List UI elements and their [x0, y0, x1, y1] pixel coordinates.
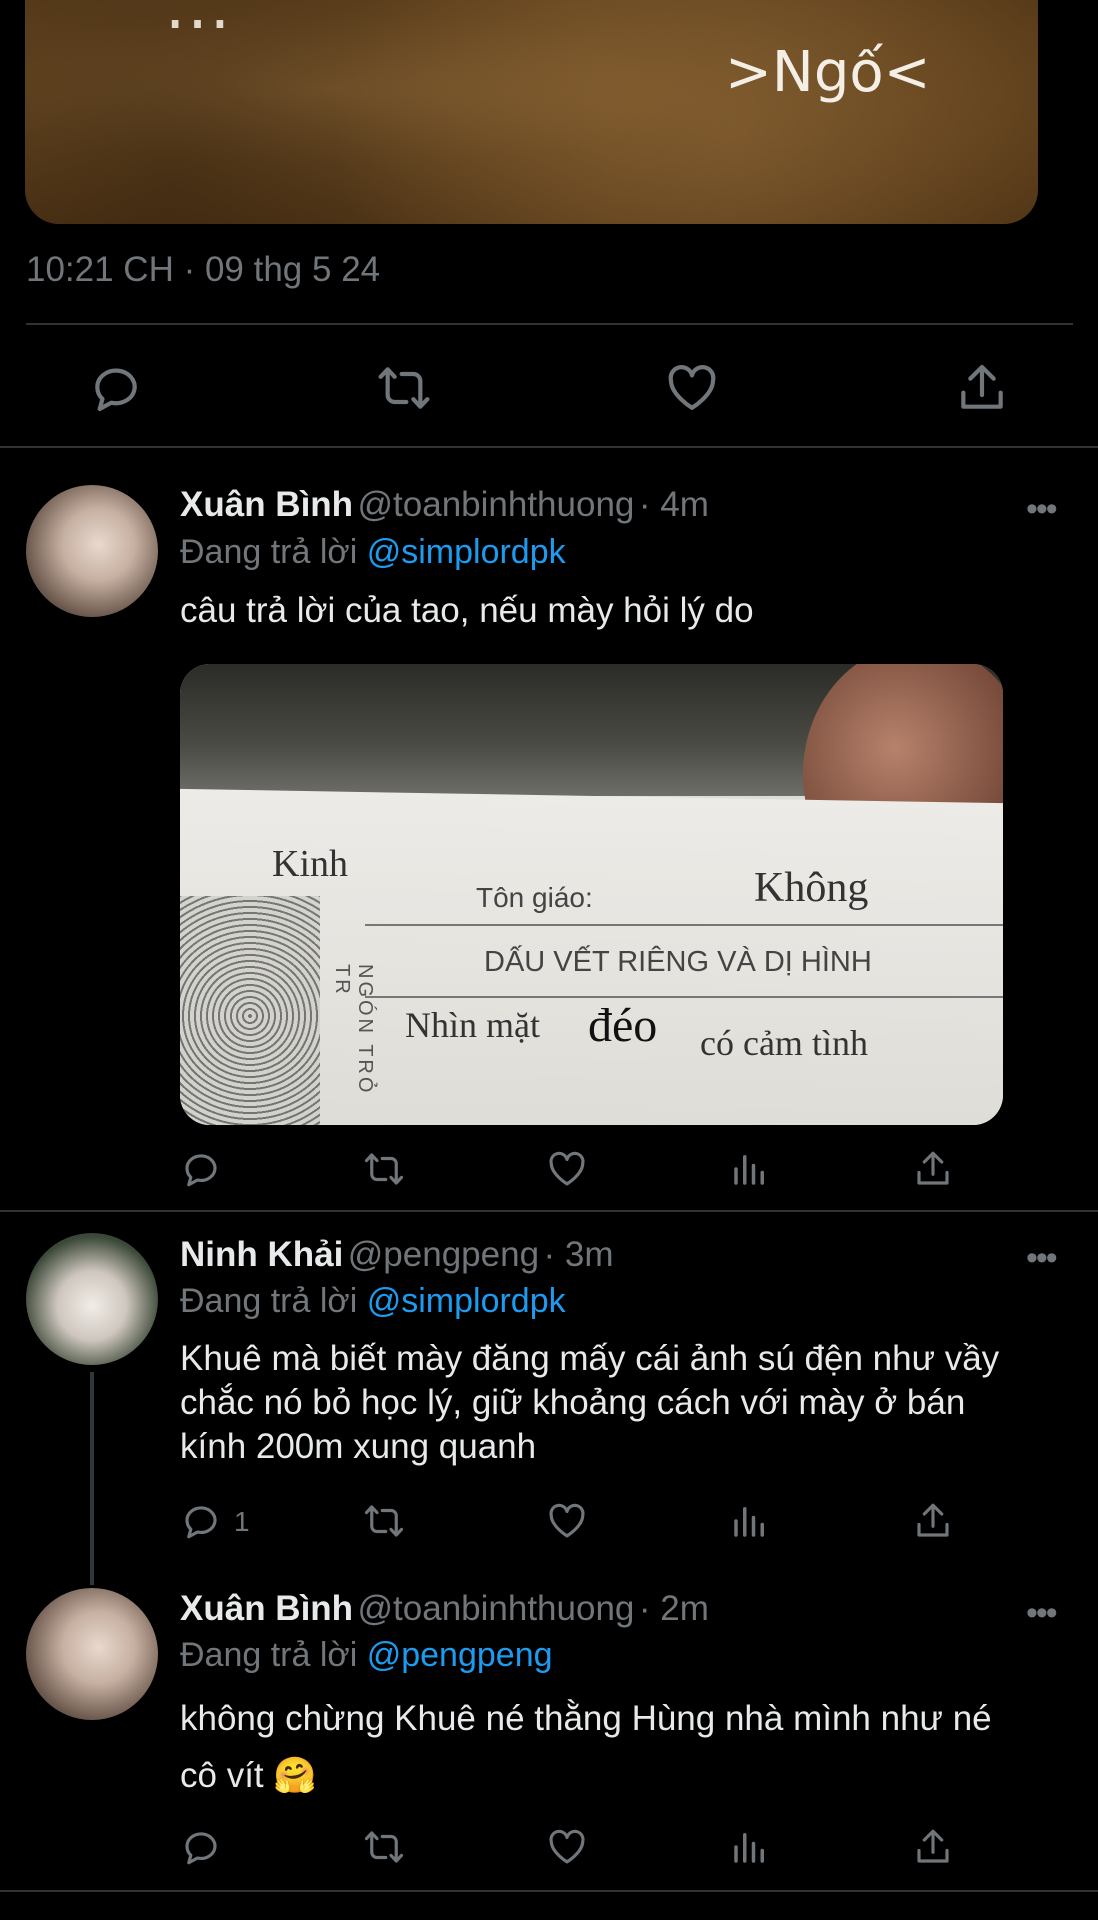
display-name[interactable]: Ninh Khải — [180, 1235, 343, 1274]
user-handle[interactable]: @toanbinhthuong — [358, 485, 635, 524]
media-text-co-cam-tinh: có cảm tình — [700, 1023, 868, 1063]
media-text-dau-vet: DẤU VẾT RIÊNG VÀ DỊ HÌNH — [484, 946, 872, 978]
mention-link[interactable]: @simplordpk — [367, 533, 566, 571]
more-icon[interactable]: ••• — [1026, 1594, 1058, 1633]
avatar[interactable] — [26, 485, 158, 617]
more-icon[interactable]: ••• — [1026, 1239, 1058, 1278]
tweet-text-line: kính 200m xung quanh — [180, 1427, 537, 1466]
user-handle[interactable]: @toanbinhthuong — [358, 1589, 635, 1628]
replying-to: Đang trả lời @simplordpk — [180, 533, 566, 572]
divider — [365, 924, 1003, 926]
tweet-actions — [180, 1148, 960, 1208]
avatar[interactable] — [26, 1588, 158, 1720]
replying-label: Đang trả lời — [180, 1282, 358, 1320]
tweet-text-line: chắc nó bỏ học lý, giữ khoảng cách với m… — [180, 1383, 966, 1422]
display-name[interactable]: Xuân Bình — [180, 485, 353, 524]
tweet-time: · 2m — [638, 1589, 709, 1628]
divider — [0, 446, 1098, 448]
reply-icon[interactable] — [180, 1148, 222, 1190]
tweet-text: câu trả lời của tao, nếu mày hỏi lý do — [180, 591, 754, 630]
like-icon[interactable] — [546, 1826, 588, 1868]
share-icon[interactable] — [912, 1826, 954, 1868]
retweet-icon[interactable] — [376, 360, 432, 416]
views-icon[interactable] — [729, 1826, 771, 1868]
replying-to: Đang trả lời @pengpeng — [180, 1636, 553, 1675]
tweet-text-line: không chừng Khuê né thằng Hùng nhà mình … — [180, 1699, 992, 1738]
like-icon[interactable] — [546, 1148, 588, 1190]
divider — [0, 1210, 1098, 1212]
replying-label: Đang trả lời — [180, 1636, 358, 1674]
tweet-header: Xuân Bình @toanbinhthuong · 2m — [180, 1589, 709, 1629]
tweet-media-image[interactable]: ... >Ngố< — [25, 0, 1038, 224]
views-icon[interactable] — [729, 1148, 771, 1190]
share-icon[interactable] — [912, 1148, 954, 1190]
tweet-text: không chừng Khuê né thằng Hùng nhà mình … — [180, 1690, 992, 1804]
tweet-text-line: Khuê mà biết mày đăng mấy cái ảnh sú đện… — [180, 1339, 1000, 1378]
replying-label: Đang trả lời — [180, 533, 358, 571]
tweet-actions: 1 — [180, 1500, 960, 1560]
share-icon[interactable] — [954, 360, 1010, 416]
retweet-icon[interactable] — [363, 1500, 405, 1542]
retweet-icon[interactable] — [363, 1148, 405, 1190]
tweet-time: · 4m — [638, 485, 709, 524]
reply-icon[interactable] — [180, 1500, 222, 1542]
replying-to: Đang trả lời @simplordpk — [180, 1282, 566, 1321]
thread-line — [90, 1372, 94, 1585]
tweet-text: Khuê mà biết mày đăng mấy cái ảnh sú đện… — [180, 1337, 999, 1469]
media-text-ton-giao: Tôn giáo: — [476, 882, 593, 913]
divider — [365, 996, 1003, 998]
tweet-timestamp[interactable]: 10:21 CH · 09 thg 5 24 — [26, 250, 380, 290]
media-text-khong: Không — [754, 865, 869, 911]
retweet-icon[interactable] — [363, 1826, 405, 1868]
like-icon[interactable] — [664, 360, 720, 416]
main-tweet-actions — [0, 340, 1098, 440]
share-icon[interactable] — [912, 1500, 954, 1542]
media-text-nhin-mat: Nhìn mặt — [405, 1005, 540, 1045]
display-name[interactable]: Xuân Bình — [180, 1589, 353, 1628]
mention-link[interactable]: @simplordpk — [367, 1282, 566, 1320]
tweet-time: · 3m — [543, 1235, 614, 1274]
mention-link[interactable]: @pengpeng — [367, 1636, 553, 1674]
tweet-text-line: cô vít 🤗 — [180, 1756, 317, 1795]
reply-count: 1 — [234, 1506, 250, 1537]
fingerprint-image — [180, 896, 320, 1125]
user-handle[interactable]: @pengpeng — [348, 1235, 539, 1274]
reply-icon[interactable] — [180, 1826, 222, 1868]
avatar[interactable] — [26, 1233, 158, 1365]
media-text-ngon-tro: NGÓN TRỎ TR — [331, 964, 376, 1096]
tweet-media-image[interactable]: Kinh Tôn giáo: Không DẤU VẾT RIÊNG VÀ DỊ… — [180, 664, 1003, 1125]
views-icon[interactable] — [729, 1500, 771, 1542]
tweet-header: Ninh Khải @pengpeng · 3m — [180, 1235, 614, 1275]
divider — [26, 323, 1073, 325]
media-caption: >Ngố< — [725, 40, 931, 105]
tweet-actions — [180, 1826, 960, 1886]
like-icon[interactable] — [546, 1500, 588, 1542]
divider — [0, 1890, 1098, 1892]
media-text-kinh: Kinh — [272, 843, 348, 885]
more-icon[interactable]: ••• — [1026, 490, 1058, 529]
reply-icon[interactable] — [88, 360, 144, 416]
media-text-deo: đéo — [588, 999, 658, 1052]
media-caption-top: ... — [165, 0, 233, 44]
tweet-header: Xuân Bình @toanbinhthuong · 4m — [180, 485, 709, 525]
